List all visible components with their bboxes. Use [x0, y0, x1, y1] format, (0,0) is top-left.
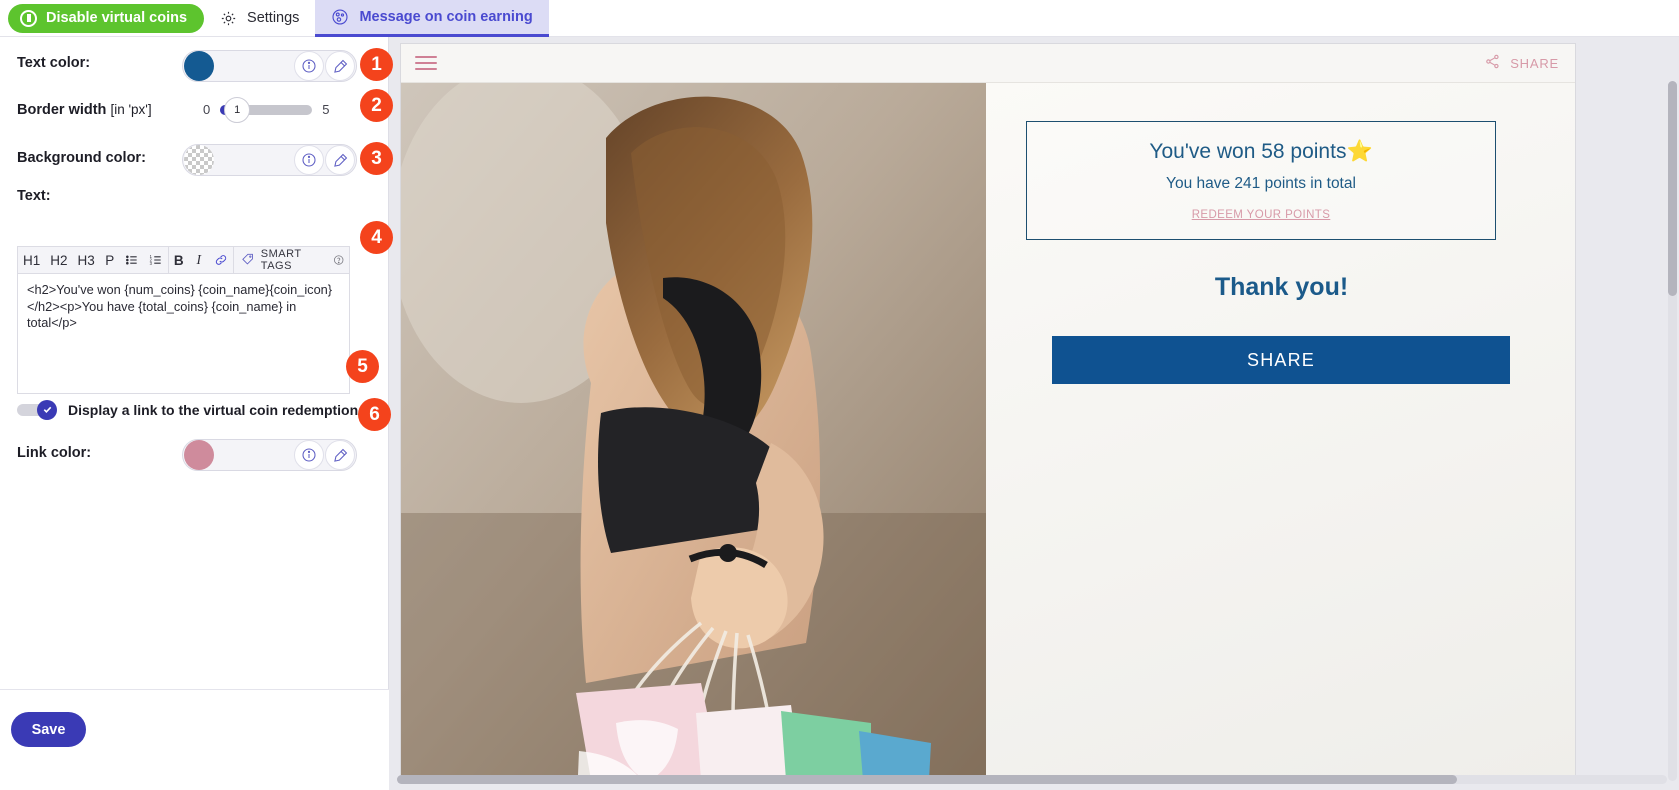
display-link-row: Display a link to the virtual coin redem…: [17, 399, 389, 420]
border-width-label: Border width [in 'px']: [17, 102, 152, 118]
text-color-info-icon[interactable]: [294, 51, 324, 81]
link-color-info-icon[interactable]: [294, 440, 324, 470]
thank-you-heading: Thank you!: [1214, 273, 1349, 301]
settings-sidebar: Text color: Border width [in 'px'] 0 1 5…: [0, 37, 389, 790]
preview-horizontal-scrollbar[interactable]: [397, 775, 1667, 784]
text-color-control[interactable]: [182, 50, 357, 82]
display-link-label: Display a link to the virtual coin redem…: [68, 401, 389, 418]
link-icon[interactable]: [209, 246, 233, 274]
editor-p-button[interactable]: P: [100, 246, 120, 274]
shopper-photo-illustration: [401, 83, 986, 778]
numbered-list-icon[interactable]: 1 2 3: [144, 246, 168, 274]
badge-marker-4: 4: [360, 221, 393, 254]
preview-header: SHARE: [401, 44, 1575, 83]
border-width-max: 5: [322, 102, 330, 117]
badge-marker-3: 3: [360, 142, 393, 175]
preview-vertical-scrollbar[interactable]: [1668, 81, 1677, 781]
settings-scroll-area: Text color: Border width [in 'px'] 0 1 5…: [0, 37, 389, 690]
coin-message-title: You've won 58 points⭐: [1149, 140, 1373, 163]
preview-share-link[interactable]: SHARE: [1484, 53, 1559, 73]
border-width-slider[interactable]: 0 1 5: [203, 96, 330, 123]
link-color-control[interactable]: [182, 439, 357, 471]
border-width-track[interactable]: 1: [220, 96, 313, 123]
coin-message-card: You've won 58 points⭐ You have 241 point…: [1026, 121, 1496, 240]
tab-settings-label: Settings: [247, 10, 300, 26]
link-color-label: Link color:: [17, 445, 92, 461]
text-label: Text:: [17, 188, 51, 204]
coin-message-subtitle: You have 241 points in total: [1166, 175, 1356, 192]
preview-content: You've won 58 points⭐ You have 241 point…: [986, 83, 1575, 778]
background-color-swatch[interactable]: [184, 145, 214, 175]
disable-virtual-coins-button[interactable]: Disable virtual coins: [8, 3, 205, 33]
editor-h3-button[interactable]: H3: [73, 246, 100, 274]
save-bar: Save: [0, 690, 389, 790]
text-color-picker-icon[interactable]: [325, 51, 355, 81]
editor-help-icon[interactable]: [328, 246, 349, 274]
tab-settings[interactable]: Settings: [204, 0, 315, 37]
badge-marker-1: 1: [360, 48, 393, 81]
preview-share-label: SHARE: [1510, 55, 1559, 71]
hamburger-menu-icon[interactable]: [415, 52, 437, 74]
redeem-points-link[interactable]: REDEEM YOUR POINTS: [1192, 209, 1331, 221]
preview-photo: [401, 83, 986, 778]
border-width-min: 0: [203, 102, 211, 117]
background-color-picker-icon[interactable]: [325, 145, 355, 175]
link-color-picker-icon[interactable]: [325, 440, 355, 470]
star-icon: ⭐: [1346, 140, 1373, 163]
text-color-swatch[interactable]: [184, 51, 214, 81]
badge-marker-6: 6: [358, 398, 391, 431]
link-color-swatch[interactable]: [184, 440, 214, 470]
gear-icon: [220, 10, 237, 27]
badge-marker-2: 2: [360, 89, 393, 122]
preview-vertical-scroll-thumb[interactable]: [1668, 81, 1677, 296]
text-color-label: Text color:: [17, 55, 91, 71]
save-button[interactable]: Save: [11, 712, 86, 747]
display-link-toggle[interactable]: [17, 399, 57, 420]
text-editor-textarea[interactable]: <h2>You've won {num_coins} {coin_name}{c…: [17, 274, 350, 394]
share-icon: [1484, 53, 1501, 73]
tab-message-on-coin-earning[interactable]: Message on coin earning: [315, 0, 549, 37]
link-color-row: Link color:: [17, 445, 91, 461]
border-width-unit: [in 'px']: [110, 102, 152, 117]
preview-pane: SHARE You've won 58 points⭐ You have 241…: [389, 37, 1679, 790]
preview-share-button[interactable]: SHARE: [1052, 336, 1510, 384]
smart-tags-label: SMART TAGS: [260, 248, 302, 272]
background-color-label: Background color:: [17, 150, 146, 166]
text-color-row: Text color:: [17, 55, 90, 71]
editor-h2-button[interactable]: H2: [45, 246, 72, 274]
editor-toolbar: H1 H2 H3 P 1 2 3 B I SMART TAGS: [17, 246, 350, 274]
check-icon: [37, 399, 57, 420]
editor-h1-button[interactable]: H1: [18, 246, 45, 274]
background-color-control[interactable]: [182, 144, 357, 176]
coins-bubbles-icon: [331, 8, 349, 26]
top-tab-bar: Disable virtual coins Settings Message o…: [0, 0, 1679, 37]
text-editor: H1 H2 H3 P 1 2 3 B I SMART TAGS <h2>You'…: [17, 246, 350, 394]
border-width-row: Border width [in 'px']: [17, 102, 152, 118]
bulleted-list-icon[interactable]: [120, 246, 144, 274]
badge-marker-5: 5: [346, 350, 379, 383]
svg-text:3: 3: [149, 261, 152, 266]
preview-frame: SHARE You've won 58 points⭐ You have 241…: [400, 43, 1576, 779]
background-color-info-icon[interactable]: [294, 145, 324, 175]
tab-message-label: Message on coin earning: [359, 8, 533, 25]
editor-bold-button[interactable]: B: [169, 246, 189, 274]
background-color-row: Background color:: [17, 150, 146, 166]
text-editor-label-row: Text:: [17, 188, 51, 204]
tag-icon: [241, 252, 255, 269]
editor-heading-group: H1 H2 H3 P 1 2 3: [18, 246, 169, 274]
editor-format-group: B I: [169, 246, 234, 274]
coin-icon: [20, 9, 37, 27]
border-width-thumb[interactable]: 1: [224, 96, 251, 123]
smart-tags-button[interactable]: SMART TAGS: [234, 248, 326, 272]
preview-horizontal-scroll-thumb[interactable]: [397, 775, 1457, 784]
editor-italic-button[interactable]: I: [189, 246, 209, 274]
disable-virtual-coins-label: Disable virtual coins: [46, 10, 188, 26]
